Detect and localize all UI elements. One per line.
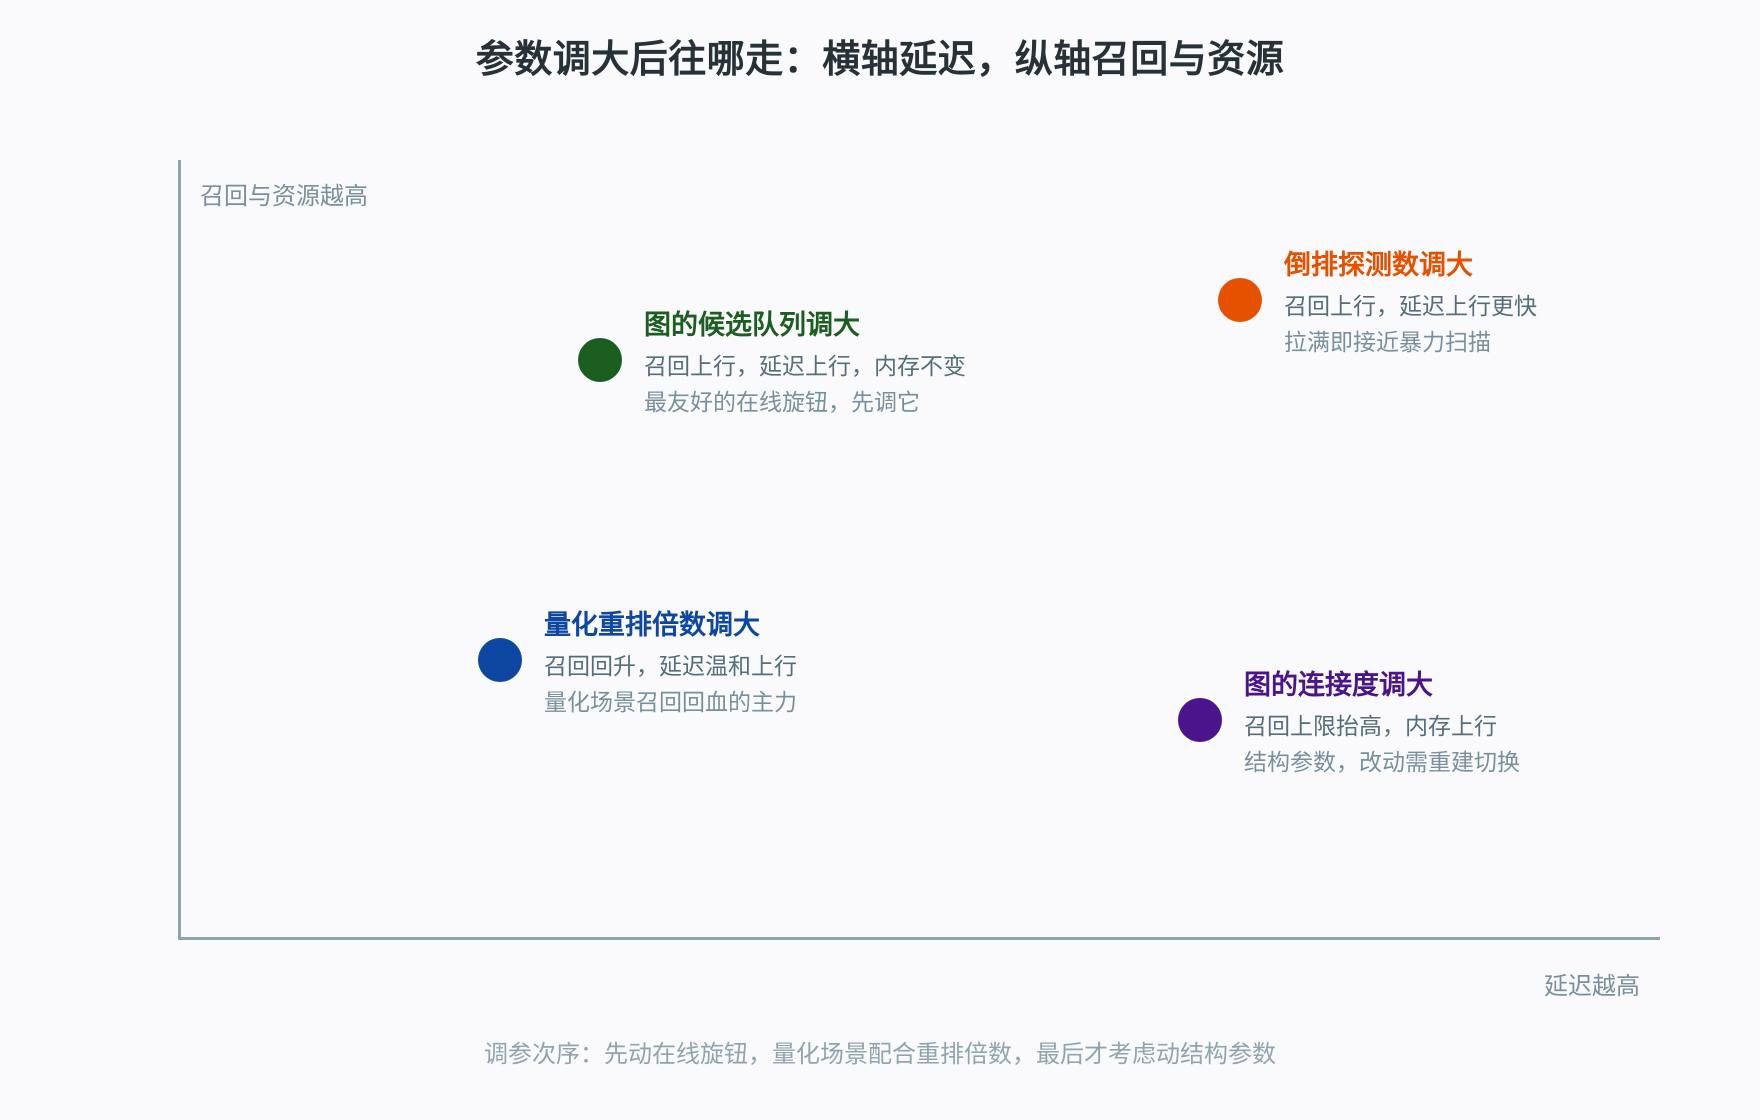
- point-title: 图的连接度调大: [1244, 670, 1433, 701]
- y-axis-line: [178, 160, 181, 940]
- point-note: 结构参数，改动需重建切换: [1244, 750, 1520, 776]
- point-marker: [478, 638, 522, 682]
- point-note: 拉满即接近暴力扫描: [1284, 330, 1491, 356]
- point-marker: [1178, 698, 1222, 742]
- point-note: 最友好的在线旋钮，先调它: [644, 390, 920, 416]
- point-title: 图的候选队列调大: [644, 310, 860, 341]
- footer-note: 调参次序：先动在线旋钮，量化场景配合重排倍数，最后才考虑动结构参数: [484, 1040, 1276, 1068]
- chart-title: 参数调大后往哪走：横轴延迟，纵轴召回与资源: [475, 37, 1285, 81]
- point-effect: 召回上行，延迟上行更快: [1284, 294, 1537, 320]
- point-marker: [578, 338, 622, 382]
- y-axis-label: 召回与资源越高: [200, 182, 368, 210]
- point-effect: 召回上限抬高，内存上行: [1244, 714, 1497, 740]
- point-effect: 召回上行，延迟上行，内存不变: [644, 354, 966, 380]
- point-title: 倒排探测数调大: [1284, 250, 1473, 281]
- point-effect: 召回回升，延迟温和上行: [544, 654, 797, 680]
- x-axis-line: [178, 937, 1660, 940]
- point-note: 量化场景召回回血的主力: [544, 690, 797, 716]
- point-title: 量化重排倍数调大: [544, 610, 760, 641]
- point-marker: [1218, 278, 1262, 322]
- x-axis-label: 延迟越高: [1544, 972, 1640, 1000]
